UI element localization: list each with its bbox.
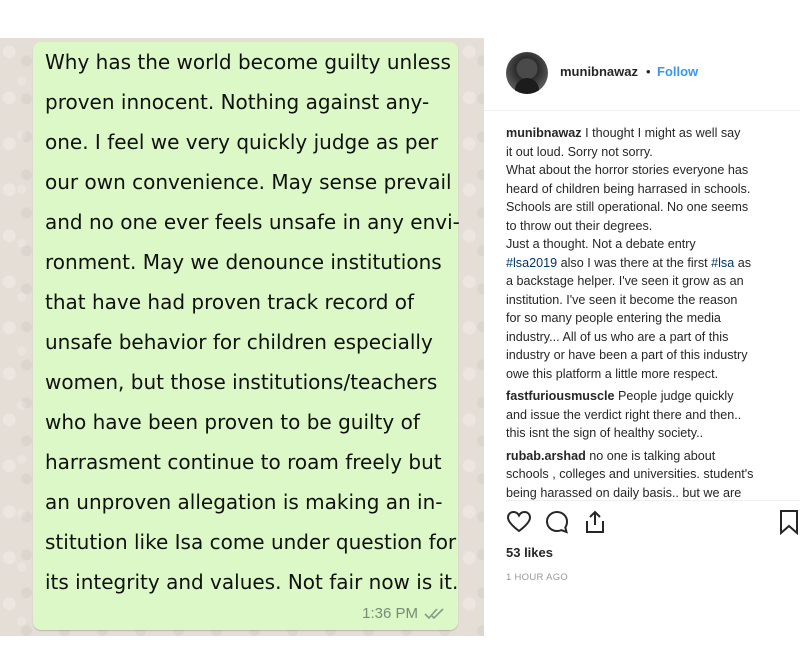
caption-line: institution. I've seen it become the rea… xyxy=(506,292,738,307)
action-icons xyxy=(506,509,608,535)
message-meta: 1:36 PM xyxy=(362,605,446,622)
message-line: Why has the world become guilty unless xyxy=(45,50,451,74)
caption-line: for so many people entering the media xyxy=(506,311,721,325)
caption-line: Schools are still operational. No one se… xyxy=(506,200,749,214)
message-line: one. I feel we very quickly judge as per xyxy=(45,130,439,154)
post-image: Why has the world become guilty unless p… xyxy=(0,38,484,636)
caption-text: also I was there at the first xyxy=(560,255,708,270)
comment-text: no one is talking about xyxy=(585,448,716,463)
comment-text: People judge quickly xyxy=(614,389,734,403)
caption-line: industry... All of us who are a part of … xyxy=(506,329,729,344)
caption-username[interactable]: munibnawaz xyxy=(506,126,582,140)
header-username[interactable]: munibnawaz xyxy=(560,64,638,79)
message-text: Why has the world become guilty unless p… xyxy=(45,42,465,602)
message-line: unsafe behavior for children especially xyxy=(45,330,433,354)
comment-first-line: fastfuriousmuscle People judge quickly xyxy=(506,387,796,406)
comment-icon[interactable] xyxy=(544,509,570,535)
message-line: ronment. May we denounce institutions xyxy=(45,250,442,274)
heart-icon[interactable] xyxy=(506,509,532,535)
separator-dot: • xyxy=(646,64,651,79)
post-timestamp[interactable]: 1 HOUR AGO xyxy=(506,572,568,583)
message-line: an unproven allegation is making an in- xyxy=(45,490,443,514)
caption-line: owe this platform a little more respect. xyxy=(506,366,719,381)
share-icon[interactable] xyxy=(582,509,608,535)
message-line: proven innocent. Nothing against any- xyxy=(45,90,430,114)
post-panel: munibnawaz • Follow munibnawaz I thought… xyxy=(484,38,800,636)
comment-line: schools , colleges and universities. stu… xyxy=(506,467,754,481)
bookmark-icon[interactable] xyxy=(776,509,800,535)
caption-line: to throw out their degrees. xyxy=(506,218,653,233)
post-header: munibnawaz • Follow xyxy=(484,38,800,111)
caption-line: a backstage helper. I've seen it grow as… xyxy=(506,274,744,288)
message-line: and no one ever feels unsafe in any envi… xyxy=(45,210,460,234)
comment-username[interactable]: fastfuriousmuscle xyxy=(506,389,614,403)
comment-item: fastfuriousmuscle People judge quickly a… xyxy=(506,387,796,443)
caption-text: as xyxy=(734,255,752,270)
avatar[interactable] xyxy=(506,52,548,94)
message-line: our own convenience. May sense prevail xyxy=(45,170,452,194)
likes-count[interactable]: 53 likes xyxy=(506,545,553,560)
comment-line: this isnt the sign of healthy society.. xyxy=(506,426,704,440)
message-line: stitution like Isa come under question f… xyxy=(45,530,457,554)
comment-item: rubab.arshad no one is talking about sch… xyxy=(506,447,796,503)
comment-first-line: rubab.arshad no one is talking about xyxy=(506,447,796,466)
caption-line: industry or have been a part of this ind… xyxy=(506,348,748,362)
follow-button[interactable]: Follow xyxy=(657,64,698,79)
caption-hashtag-line: #lsa2019 also I was there at the first #… xyxy=(506,254,796,273)
comment-username[interactable]: rubab.arshad xyxy=(506,449,586,463)
caption-text: I thought I might as well say xyxy=(581,126,741,140)
caption-line: What about the horror stories everyone h… xyxy=(506,163,749,177)
hashtag-link[interactable]: #lsa xyxy=(711,256,734,270)
comments-section[interactable]: munibnawaz I thought I might as well say… xyxy=(506,124,796,542)
message-line: harrasment continue to roam freely but xyxy=(45,450,442,474)
message-line: its integrity and values. Not fair now i… xyxy=(45,570,459,594)
caption-first-line: munibnawaz I thought I might as well say xyxy=(506,124,796,143)
caption-line: it out loud. Sorry not sorry. xyxy=(506,144,653,159)
action-bar xyxy=(506,500,800,535)
double-check-icon xyxy=(424,607,444,619)
hashtag-link[interactable]: #lsa2019 xyxy=(506,256,557,270)
message-time: 1:36 PM xyxy=(362,605,418,622)
caption-line: Just a thought. Not a debate entry xyxy=(506,237,696,251)
caption: munibnawaz I thought I might as well say… xyxy=(506,124,796,383)
comment-line: and issue the verdict right there and th… xyxy=(506,407,742,422)
message-line: that have had proven track record of xyxy=(45,290,415,314)
message-line: who have been proven to be guilty of xyxy=(45,410,420,434)
caption-line: heard of children being harrased in scho… xyxy=(506,181,751,196)
message-line: women, but those institutions/teachers xyxy=(45,370,438,394)
chat-bubble: Why has the world become guilty unless p… xyxy=(33,42,460,630)
